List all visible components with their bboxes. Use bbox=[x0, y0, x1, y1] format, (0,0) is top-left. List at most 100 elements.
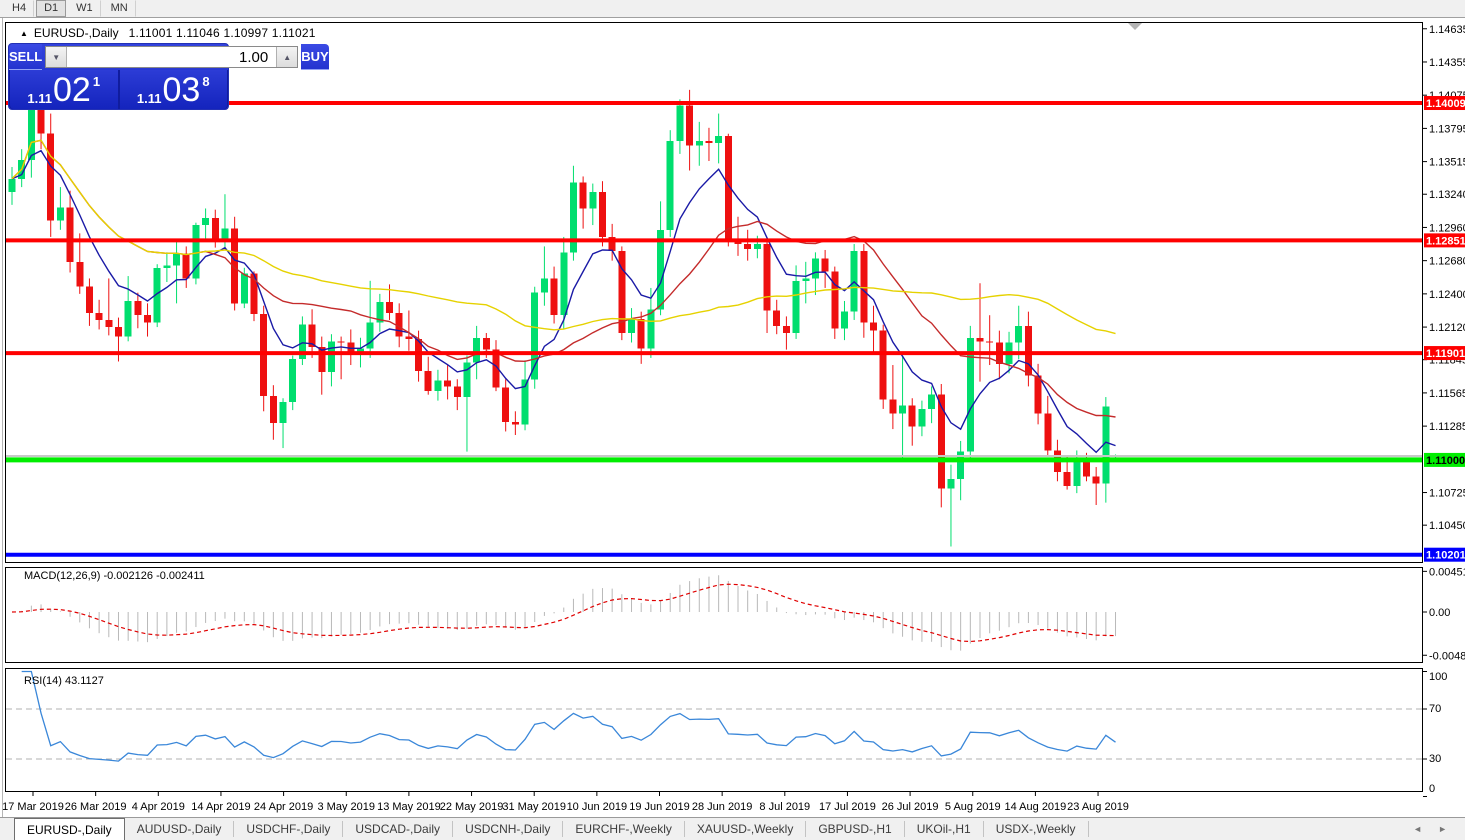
date-axis-tick-label: 14 Apr 2019 bbox=[191, 801, 250, 813]
date-axis-tick-label: 17 Jul 2019 bbox=[819, 801, 876, 813]
candle-body bbox=[802, 278, 810, 281]
collapse-panel-icon[interactable]: ▲ bbox=[20, 29, 28, 38]
buy-button[interactable]: BUY bbox=[301, 44, 329, 70]
sell-price-big: 02 bbox=[53, 71, 91, 110]
chart-tab[interactable]: XAUUSD-,Weekly bbox=[685, 821, 807, 837]
candle-body bbox=[744, 244, 752, 249]
chart-canvas[interactable]: 1.146351.143551.140751.137951.135151.132… bbox=[0, 0, 1465, 840]
price-axis-tick-label: 1.13515 bbox=[1429, 157, 1465, 169]
level-price-label-text: 1.11901 bbox=[1426, 348, 1465, 360]
chart-tab[interactable]: USDCHF-,Daily bbox=[234, 821, 344, 837]
candle-body bbox=[105, 319, 113, 328]
candle-body bbox=[444, 380, 452, 387]
candle-body bbox=[947, 478, 955, 489]
candle-body bbox=[1044, 413, 1052, 451]
candle-body bbox=[840, 311, 848, 329]
candle-body bbox=[782, 325, 790, 334]
candle-body bbox=[202, 217, 210, 226]
one-click-trade-panel: SELL ▼ ▲ BUY 1.11 02 1 1.11 03 8 bbox=[8, 43, 329, 110]
candle-body bbox=[550, 278, 558, 316]
date-axis-tick-label: 26 Mar 2019 bbox=[65, 801, 127, 813]
candle-body bbox=[173, 253, 181, 266]
chart-tab-bar: EURUSD-,Daily AUDUSD-,Daily USDCHF-,Daily U… bbox=[0, 817, 1465, 840]
timeframe-button-w1[interactable]: W1 bbox=[68, 0, 101, 17]
candle-body bbox=[647, 309, 655, 349]
macd-panel-frame bbox=[5, 567, 1423, 663]
candle-body bbox=[821, 258, 829, 272]
volume-increase-button[interactable]: ▲ bbox=[276, 47, 298, 67]
date-axis-tick-label: 17 Mar 2019 bbox=[2, 801, 64, 813]
sell-price-sup: 1 bbox=[92, 74, 101, 89]
candle-body bbox=[95, 312, 103, 320]
volume-input[interactable] bbox=[67, 47, 277, 67]
candle-body bbox=[889, 399, 897, 414]
candle-body bbox=[1092, 476, 1100, 484]
candle-body bbox=[628, 318, 636, 334]
candle-body bbox=[327, 341, 335, 373]
tabs-scroll-right-icon[interactable]: ► bbox=[1438, 824, 1447, 834]
date-axis-tick-label: 31 May 2019 bbox=[502, 801, 566, 813]
chart-tab[interactable]: AUDUSD-,Daily bbox=[125, 821, 235, 837]
candle-body bbox=[124, 300, 132, 337]
candle-body bbox=[579, 182, 587, 209]
sell-button[interactable]: SELL bbox=[9, 44, 43, 70]
price-axis-tick-label: 1.14355 bbox=[1429, 57, 1465, 69]
candle-body bbox=[337, 341, 345, 343]
volume-spinner: ▼ ▲ bbox=[45, 46, 299, 68]
candle-body bbox=[870, 322, 878, 331]
chart-tab[interactable]: GBPUSD-,H1 bbox=[806, 821, 905, 837]
candle-body bbox=[240, 273, 248, 304]
candle-body bbox=[1024, 325, 1032, 376]
timeframe-button-mn[interactable]: MN bbox=[103, 0, 136, 17]
date-axis-tick-label: 23 Aug 2019 bbox=[1067, 801, 1129, 813]
volume-decrease-button[interactable]: ▼ bbox=[46, 47, 68, 67]
tabs-scroll-left-icon[interactable]: ◄ bbox=[1413, 824, 1422, 834]
timeframe-button-h4[interactable]: H4 bbox=[4, 0, 35, 17]
candle-body bbox=[8, 178, 16, 192]
candle-body bbox=[589, 191, 597, 209]
candle-body bbox=[831, 271, 839, 329]
candle-body bbox=[773, 310, 781, 326]
chart-tab[interactable]: EURCHF-,Weekly bbox=[563, 821, 685, 837]
candle-body bbox=[1063, 471, 1071, 487]
date-axis: 17 Mar 2019 26 Mar 2019 4 Apr 2019 14 Apr 2… bbox=[2, 791, 1129, 813]
candle-body bbox=[715, 136, 723, 144]
date-axis-tick-label: 8 Jul 2019 bbox=[759, 801, 810, 813]
candle-body bbox=[937, 394, 945, 489]
candle-body bbox=[66, 207, 74, 262]
chart-tab[interactable]: UKOil-,H1 bbox=[905, 821, 984, 837]
candle-body bbox=[753, 244, 761, 249]
candle-body bbox=[182, 253, 190, 279]
date-axis-tick-label: 14 Aug 2019 bbox=[1005, 801, 1067, 813]
chart-tab[interactable]: USDCAD-,Daily bbox=[343, 821, 454, 837]
candle-body bbox=[434, 380, 442, 392]
date-axis-tick-label: 10 Jun 2019 bbox=[567, 801, 628, 813]
chart-tab[interactable]: EURUSD-,Daily bbox=[14, 818, 125, 840]
candle-body bbox=[279, 401, 287, 424]
date-axis-tick-label: 28 Jun 2019 bbox=[692, 801, 753, 813]
chart-symbol-label: EURUSD-,Daily bbox=[33, 26, 119, 40]
candle-body bbox=[637, 318, 645, 349]
chart-tab[interactable]: USDCNH-,Daily bbox=[453, 821, 564, 837]
chart-tab[interactable]: USDX-,Weekly bbox=[984, 821, 1089, 837]
candle-body bbox=[860, 251, 868, 323]
candle-body bbox=[211, 217, 219, 242]
timeframe-button-d1[interactable]: D1 bbox=[36, 0, 67, 17]
timeframe-toolbar: H4 D1 W1 MN bbox=[0, 0, 1465, 18]
rsi-axis-tick-label: 70 bbox=[1429, 703, 1441, 715]
candle-body bbox=[47, 133, 55, 221]
sell-price[interactable]: 1.11 02 1 bbox=[10, 70, 118, 109]
sell-price-prefix: 1.11 bbox=[27, 91, 53, 106]
macd-axis-tick-label: -0.004806 bbox=[1429, 650, 1465, 662]
level-price-label-text: 1.14009 bbox=[1426, 98, 1465, 110]
level-price-label-text: 1.12851 bbox=[1426, 235, 1465, 247]
chart-ohlc-values: 1.11001 1.11046 1.10997 1.11021 bbox=[128, 26, 316, 40]
candle-body bbox=[928, 394, 936, 409]
date-axis-tick-label: 19 Jun 2019 bbox=[629, 801, 690, 813]
candle-body bbox=[56, 207, 64, 221]
price-axis-tick-label: 1.11565 bbox=[1429, 388, 1465, 400]
price-axis-tick-label: 1.13240 bbox=[1429, 189, 1465, 201]
buy-price[interactable]: 1.11 03 8 bbox=[119, 70, 227, 109]
level-price-label-text: 1.11000 bbox=[1426, 455, 1465, 467]
candle-body bbox=[502, 387, 510, 422]
